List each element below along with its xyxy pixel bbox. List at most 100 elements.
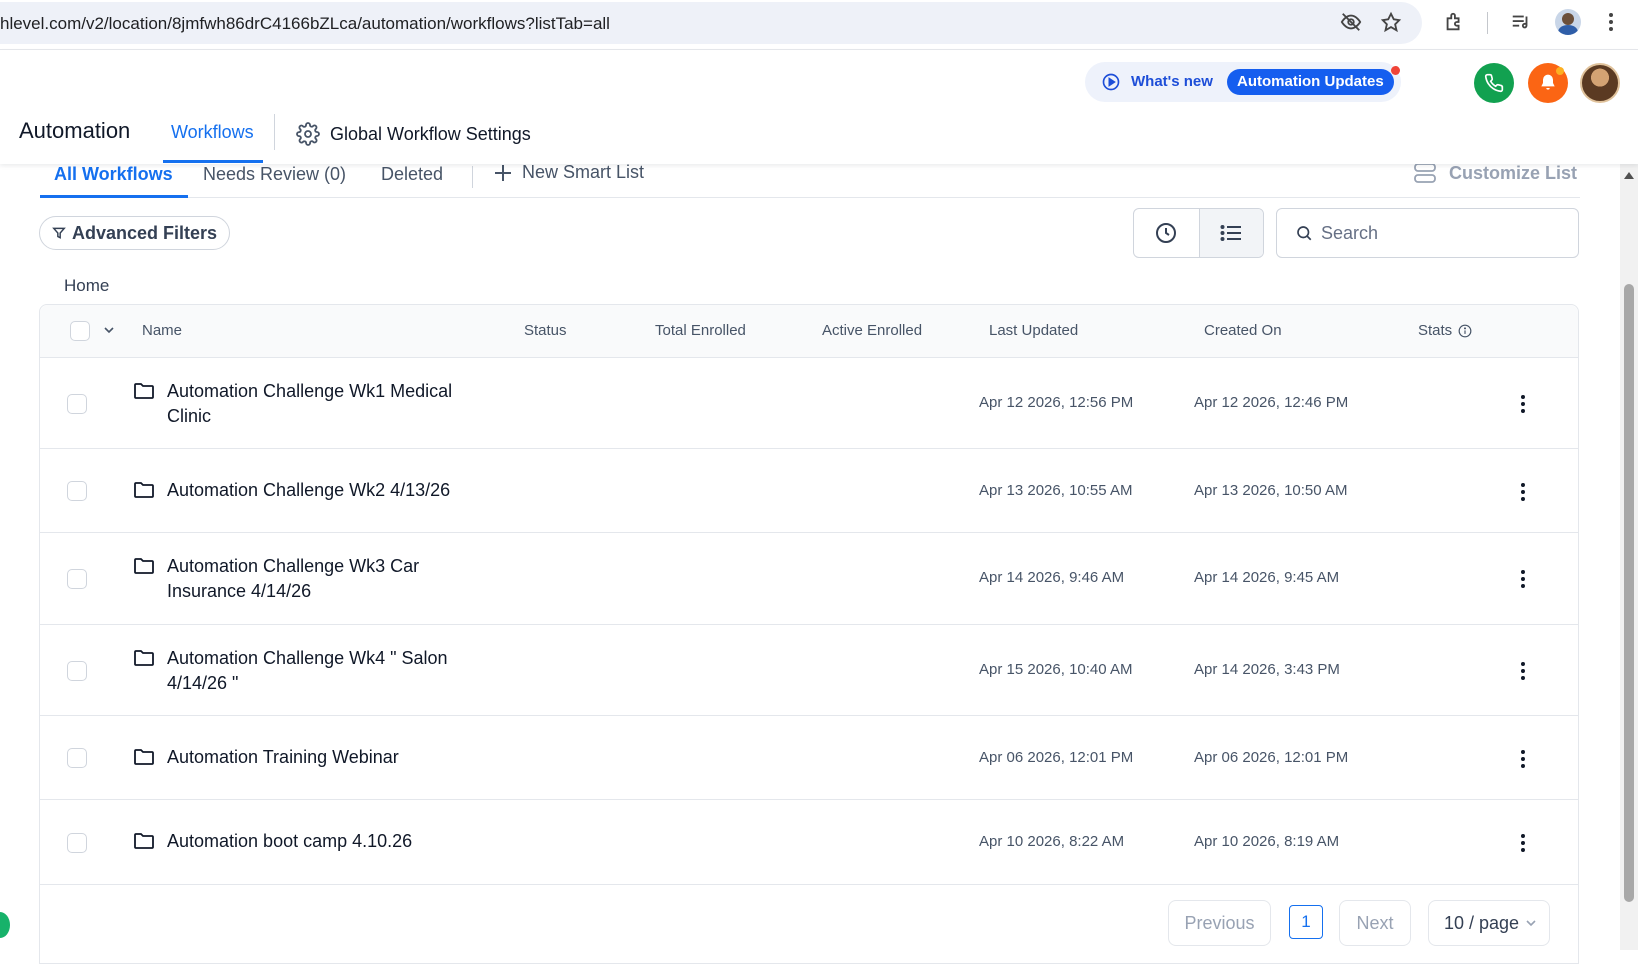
more-options-icon[interactable] [1513, 659, 1533, 683]
media-queue-icon[interactable] [1510, 11, 1532, 33]
column-stats-label: Stats [1418, 322, 1453, 339]
column-stats[interactable]: Stats [1418, 322, 1472, 339]
bell-badge [1556, 67, 1564, 75]
tab-deleted[interactable]: Deleted [381, 164, 443, 185]
column-status[interactable]: Status [524, 322, 567, 339]
tab-needs-review[interactable]: Needs Review (0) [203, 164, 346, 185]
created-on-cell: Apr 13 2026, 10:50 AM [1194, 482, 1348, 499]
video-play-icon [1101, 72, 1121, 92]
row-checkbox[interactable] [67, 394, 87, 414]
workflow-name[interactable]: Automation Challenge Wk2 4/13/26 [167, 478, 487, 503]
folder-icon [133, 480, 155, 500]
tab-all-workflows[interactable]: All Workflows [54, 164, 173, 185]
extensions-icon[interactable] [1443, 11, 1465, 33]
created-on-cell: Apr 12 2026, 12:46 PM [1194, 394, 1349, 411]
workflow-name[interactable]: Automation Challenge Wk1 Medical Clinic [167, 379, 487, 429]
list-icon [1220, 225, 1242, 241]
global-settings-label: Global Workflow Settings [330, 123, 531, 144]
gear-icon [296, 122, 320, 146]
address-bar[interactable]: hlevel.com/v2/location/8jmfwh86drC4166bZ… [0, 2, 1422, 44]
search-icon [1297, 226, 1312, 241]
more-options-icon[interactable] [1513, 392, 1533, 416]
search-box [1276, 208, 1579, 258]
last-updated-cell: Apr 14 2026, 9:46 AM [979, 569, 1125, 586]
list-view-button[interactable] [1198, 209, 1263, 257]
browser-menu-icon[interactable] [1600, 11, 1622, 33]
nav-divider [274, 114, 275, 150]
last-updated-cell: Apr 12 2026, 12:56 PM [979, 394, 1134, 411]
sub-tab-active-indicator [40, 195, 188, 198]
row-checkbox[interactable] [67, 481, 87, 501]
plus-icon [495, 164, 511, 181]
previous-page-button[interactable]: Previous [1168, 900, 1271, 946]
table-row[interactable]: Automation Training Webinar Apr 06 2026,… [40, 717, 1578, 800]
customize-list-button[interactable]: Customize List [1413, 162, 1577, 184]
row-checkbox[interactable] [67, 661, 87, 681]
toolbar-separator [1487, 12, 1488, 34]
scroll-thumb[interactable] [1624, 284, 1634, 902]
chevron-down-icon [1526, 920, 1536, 927]
search-input[interactable] [1321, 222, 1561, 244]
more-options-icon[interactable] [1513, 567, 1533, 591]
page-size-select[interactable]: 10 / page [1428, 900, 1550, 946]
info-icon[interactable] [1458, 324, 1472, 338]
table-row[interactable]: Automation Challenge Wk4 " Salon 4/14/26… [40, 626, 1578, 716]
last-updated-cell: Apr 13 2026, 10:55 AM [979, 482, 1133, 499]
row-checkbox[interactable] [67, 833, 87, 853]
row-checkbox[interactable] [67, 569, 87, 589]
automation-updates-badge[interactable]: Automation Updates [1227, 69, 1394, 95]
eye-off-icon[interactable] [1340, 11, 1362, 33]
whats-new-label[interactable]: What's new [1131, 73, 1213, 90]
recent-view-button[interactable] [1134, 209, 1199, 257]
tab-global-workflow-settings[interactable]: Global Workflow Settings [296, 122, 531, 146]
table-row[interactable]: Automation Challenge Wk1 Medical Clinic … [40, 359, 1578, 449]
star-icon[interactable] [1380, 11, 1402, 33]
column-active-enrolled[interactable]: Active Enrolled [822, 322, 922, 339]
scroll-up-arrow[interactable] [1624, 172, 1634, 179]
folder-icon [133, 648, 155, 668]
browser-profile-avatar[interactable] [1555, 9, 1581, 35]
user-avatar[interactable] [1580, 63, 1620, 103]
notifications-button[interactable] [1528, 63, 1568, 103]
table-row[interactable]: Automation boot camp 4.10.26 Apr 10 2026… [40, 801, 1578, 885]
last-updated-cell: Apr 15 2026, 10:40 AM [979, 661, 1133, 678]
table-row[interactable]: Automation Challenge Wk2 4/13/26 Apr 13 … [40, 450, 1578, 533]
folder-icon [133, 831, 155, 851]
tab-workflows[interactable]: Workflows [171, 122, 254, 157]
scrollbar[interactable] [1620, 164, 1638, 950]
created-on-cell: Apr 14 2026, 3:43 PM [1194, 661, 1340, 678]
new-smart-list-button[interactable]: New Smart List [494, 162, 644, 183]
chat-widget-button[interactable] [0, 912, 10, 938]
new-smart-list-label: New Smart List [522, 162, 645, 182]
row-checkbox[interactable] [67, 748, 87, 768]
advanced-filters-button[interactable]: Advanced Filters [39, 216, 231, 250]
phone-button[interactable] [1474, 63, 1514, 103]
chevron-down-icon[interactable] [102, 323, 116, 342]
browser-toolbar: hlevel.com/v2/location/8jmfwh86drC4166bZ… [0, 0, 1638, 50]
breadcrumb[interactable]: Home [64, 276, 109, 296]
page-number-current[interactable]: 1 [1289, 905, 1323, 939]
column-name[interactable]: Name [142, 322, 182, 339]
page-size-value: 10 / page [1444, 912, 1520, 933]
more-options-icon[interactable] [1513, 831, 1533, 855]
next-page-button[interactable]: Next [1339, 900, 1411, 946]
select-all-checkbox[interactable] [70, 321, 90, 341]
url-text[interactable]: hlevel.com/v2/location/8jmfwh86drC4166bZ… [0, 14, 610, 34]
workflow-name[interactable]: Automation boot camp 4.10.26 [167, 829, 487, 854]
column-total-enrolled[interactable]: Total Enrolled [655, 322, 746, 339]
customize-list-label: Customize List [1449, 162, 1578, 183]
table-row[interactable]: Automation Challenge Wk3 Car Insurance 4… [40, 534, 1578, 625]
more-options-icon[interactable] [1513, 747, 1533, 771]
column-created-on[interactable]: Created On [1204, 322, 1282, 339]
last-updated-cell: Apr 06 2026, 12:01 PM [979, 749, 1134, 766]
workflow-name[interactable]: Automation Training Webinar [167, 745, 487, 770]
notification-dot [1391, 66, 1400, 75]
workflow-name[interactable]: Automation Challenge Wk4 " Salon 4/14/26… [167, 646, 487, 696]
more-options-icon[interactable] [1513, 480, 1533, 504]
filter-icon [52, 227, 66, 239]
workflows-table: Name Status Total Enrolled Active Enroll… [39, 304, 1579, 964]
column-last-updated[interactable]: Last Updated [989, 322, 1078, 339]
workflow-name[interactable]: Automation Challenge Wk3 Car Insurance 4… [167, 554, 487, 604]
whats-new-pill[interactable]: What's new Automation Updates [1085, 62, 1401, 102]
view-toggle [1133, 208, 1264, 258]
